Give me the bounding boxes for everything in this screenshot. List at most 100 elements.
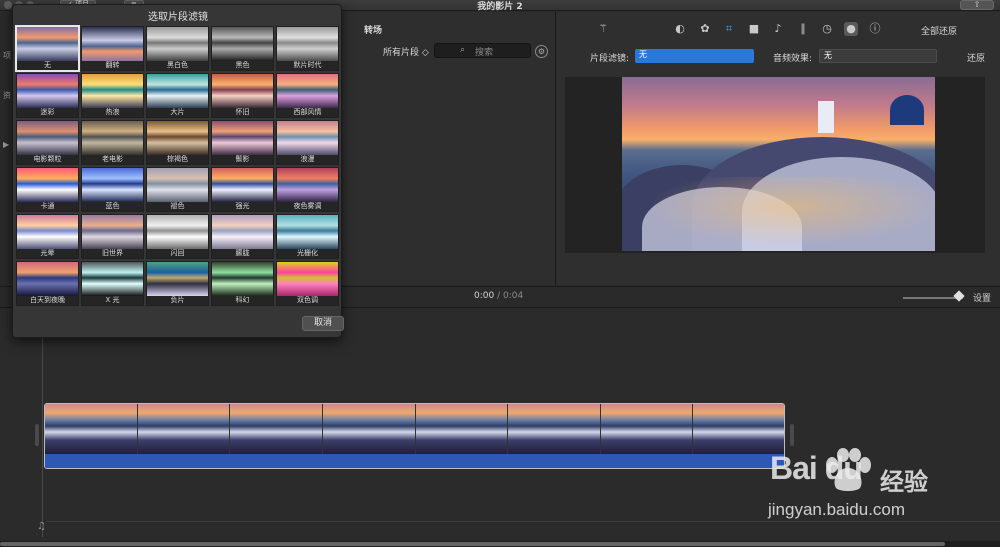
horizontal-scrollbar[interactable] bbox=[0, 541, 1000, 547]
filter-tile[interactable]: 强光 bbox=[211, 167, 274, 212]
clip-trim-handle-left[interactable] bbox=[35, 424, 39, 446]
filter-thumbnail bbox=[82, 168, 143, 203]
filter-label: 光晕 bbox=[17, 249, 78, 258]
color-balance-icon[interactable]: ◐ bbox=[673, 22, 687, 36]
filter-tile[interactable]: 大片 bbox=[146, 73, 209, 118]
filter-thumbnail bbox=[147, 74, 208, 109]
volume-icon[interactable]: ♪ bbox=[771, 22, 785, 36]
color-correction-icon[interactable]: ✿ bbox=[698, 22, 712, 36]
info-icon[interactable]: ⓘ bbox=[868, 22, 882, 36]
filter-tile[interactable]: 光栅化 bbox=[276, 214, 339, 259]
clip-filmstrip bbox=[45, 404, 784, 454]
filter-tile[interactable]: 光晕 bbox=[16, 214, 79, 259]
filter-label: 夜色雾调 bbox=[277, 202, 338, 211]
tab-transitions[interactable]: 转场 bbox=[364, 23, 382, 36]
filter-tile[interactable]: 浪漫 bbox=[276, 120, 339, 165]
filter-tile[interactable]: 卡通 bbox=[16, 167, 79, 212]
filter-label: 强光 bbox=[212, 202, 273, 211]
scrollbar-thumb[interactable] bbox=[0, 542, 945, 546]
filter-tile[interactable]: 白天到夜晚 bbox=[16, 261, 79, 306]
filter-thumbnail bbox=[17, 168, 78, 203]
filter-tile[interactable]: 黑色 bbox=[211, 26, 274, 71]
filter-tile[interactable]: 老电影 bbox=[81, 120, 144, 165]
filter-label: 电影颗粒 bbox=[17, 155, 78, 164]
filter-tile[interactable]: 蓝色 bbox=[81, 167, 144, 212]
timecode: 0:00 / 0:04 bbox=[474, 291, 523, 301]
sidebar-letter[interactable]: 项 bbox=[3, 50, 11, 61]
filter-tile[interactable]: 旧世界 bbox=[81, 214, 144, 259]
filter-label: 双色调 bbox=[277, 296, 338, 305]
filter-thumbnail bbox=[277, 262, 338, 297]
filter-thumbnail bbox=[17, 121, 78, 156]
filter-tile[interactable]: 负片 bbox=[146, 261, 209, 306]
filter-tile[interactable]: 怀旧 bbox=[211, 73, 274, 118]
clip-trim-handle-right[interactable] bbox=[790, 424, 794, 446]
noise-reduction-icon[interactable]: ∥ bbox=[796, 22, 810, 36]
music-track bbox=[46, 521, 1000, 522]
filter-thumbnail bbox=[17, 27, 78, 62]
video-clip[interactable] bbox=[44, 403, 785, 469]
clip-frame bbox=[137, 404, 231, 454]
settings-gear-icon[interactable]: ⚙ bbox=[535, 45, 548, 58]
search-icon: ⌕ bbox=[460, 45, 466, 55]
filter-thumbnail bbox=[82, 262, 143, 297]
filter-tile[interactable]: 褪色 bbox=[146, 167, 209, 212]
filter-label: 西部风情 bbox=[277, 108, 338, 117]
search-placeholder: 搜索 bbox=[475, 48, 494, 58]
crop-icon[interactable]: ⌗ bbox=[722, 22, 736, 36]
filter-label: 怀旧 bbox=[212, 108, 273, 117]
reset-button[interactable]: 还原 bbox=[967, 51, 985, 64]
timeline-settings-button[interactable]: 设置 bbox=[973, 291, 991, 304]
disclosure-triangle-icon[interactable]: ▶ bbox=[3, 140, 9, 149]
audio-effect-label: 音频效果: bbox=[773, 54, 813, 64]
popover-title: 选取片段滤镜 bbox=[148, 12, 208, 23]
filter-grid: 无翻转 黑白色 黑色 默片时代迷彩 热浪 大片 怀旧 西部风情电影颗粒 老电影 棕褐色 鬃影 浪漫卡通… bbox=[15, 25, 339, 306]
filter-label: 科幻 bbox=[212, 296, 273, 305]
filter-tile[interactable]: 电影颗粒 bbox=[16, 120, 79, 165]
sidebar-letter[interactable]: 资 bbox=[3, 90, 11, 101]
search-input[interactable]: ⌕ 搜索 bbox=[434, 43, 531, 58]
filter-tile[interactable]: 科幻 bbox=[211, 261, 274, 306]
filter-label: 白天到夜晚 bbox=[17, 296, 78, 305]
clip-filter-icon[interactable]: ● bbox=[844, 22, 858, 36]
magic-wand-icon[interactable]: ⚚ bbox=[596, 22, 610, 36]
filter-tile[interactable]: 朦胧 bbox=[211, 214, 274, 259]
stabilization-icon[interactable]: ■ bbox=[747, 22, 761, 36]
filter-tile[interactable]: 迷彩 bbox=[16, 73, 79, 118]
preview-image bbox=[622, 77, 935, 251]
filter-tile[interactable]: 棕褐色 bbox=[146, 120, 209, 165]
clip-filter-field[interactable]: 无 bbox=[635, 49, 754, 63]
filter-tile[interactable]: 双色调 bbox=[276, 261, 339, 306]
filter-label: 光栅化 bbox=[277, 249, 338, 258]
reset-all-button[interactable]: 全部还原 bbox=[921, 24, 957, 37]
filter-tile[interactable]: 默片时代 bbox=[276, 26, 339, 71]
filter-tile[interactable]: 无 bbox=[15, 25, 80, 72]
filter-thumbnail bbox=[212, 121, 273, 156]
playhead[interactable] bbox=[42, 309, 43, 537]
filter-label: 翻转 bbox=[82, 61, 143, 70]
filter-thumbnail bbox=[147, 215, 208, 250]
clip-frame bbox=[693, 404, 784, 454]
filter-thumbnail bbox=[147, 262, 208, 297]
filter-tile[interactable]: X 光 bbox=[81, 261, 144, 306]
filter-tile[interactable]: 黑白色 bbox=[146, 26, 209, 71]
filter-tile[interactable]: 闪回 bbox=[146, 214, 209, 259]
filter-tile[interactable]: 热浪 bbox=[81, 73, 144, 118]
filter-thumbnail bbox=[147, 121, 208, 156]
speed-icon[interactable]: ◷ bbox=[820, 22, 834, 36]
clip-filter-dropdown[interactable]: 所有片段 ◇ bbox=[383, 45, 429, 58]
filter-thumbnail bbox=[277, 168, 338, 203]
filter-label: 旧世界 bbox=[82, 249, 143, 258]
audio-effect-field[interactable]: 无 bbox=[819, 49, 937, 63]
filter-tile[interactable]: 夜色雾调 bbox=[276, 167, 339, 212]
filter-thumbnail bbox=[17, 262, 78, 297]
cancel-button[interactable]: 取消 bbox=[302, 316, 344, 331]
clip-frame bbox=[45, 404, 138, 454]
share-icon[interactable]: ⇧ bbox=[960, 0, 994, 10]
filter-tile[interactable]: 西部风情 bbox=[276, 73, 339, 118]
filter-tile[interactable]: 鬃影 bbox=[211, 120, 274, 165]
filter-thumbnail bbox=[17, 215, 78, 250]
baidu-brand-text: 经验 bbox=[880, 468, 928, 496]
filter-label: 卡通 bbox=[17, 202, 78, 211]
filter-tile[interactable]: 翻转 bbox=[81, 26, 144, 71]
